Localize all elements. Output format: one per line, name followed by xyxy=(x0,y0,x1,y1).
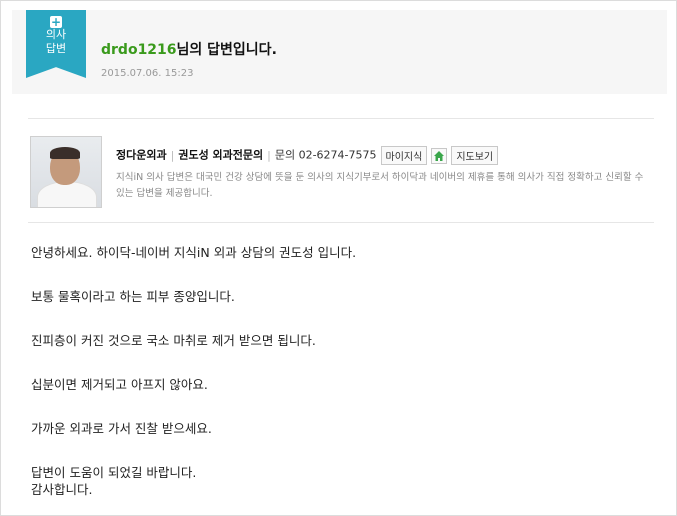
answer-date: 2015.07.06. 15:23 xyxy=(101,68,194,79)
badge-line1: 의사 xyxy=(45,28,67,41)
divider xyxy=(28,118,654,119)
separator: | xyxy=(267,148,271,162)
answer-paragraph: 십분이면 제거되고 아프지 않아요. xyxy=(31,377,208,392)
doctor-info: 정다운외과 | 권도성 외과전문의 | 문의 02-6274-7575 마이지식 지도보기 xyxy=(116,146,499,165)
separator: | xyxy=(170,148,175,162)
contact-phone: 문의 02-6274-7575 xyxy=(274,148,377,162)
answer-paragraph: 답변이 도움이 되었길 바랍니다. xyxy=(31,465,197,480)
plus-icon: + xyxy=(50,15,62,29)
divider xyxy=(28,222,654,223)
avatar-coat xyxy=(37,181,97,207)
map-button[interactable]: 지도보기 xyxy=(451,146,499,165)
answerer-id[interactable]: drdo1216 xyxy=(101,42,177,58)
service-description: 지식iN 의사 답변은 대국민 건강 상담에 뜻을 둔 의사의 지식기부로서 하… xyxy=(116,172,644,199)
answer-paragraph: 감사합니다. xyxy=(31,482,93,497)
answer-paragraph: 진피층이 커진 것으로 국소 마취로 제거 받으면 됩니다. xyxy=(31,333,316,348)
title-suffix: 님의 답변입니다. xyxy=(176,42,277,58)
answer-title: drdo1216님의 답변입니다. xyxy=(101,39,277,59)
doctor-name: 권도성 외과전문의 xyxy=(178,148,264,162)
answer-paragraph: 보통 물혹이라고 하는 피부 종양입니다. xyxy=(31,289,235,304)
doctor-avatar[interactable] xyxy=(30,136,102,208)
answer-paragraph: 안녕하세요. 하이닥-네이버 지식iN 외과 상담의 권도성 입니다. xyxy=(31,245,357,260)
my-knowledge-button[interactable]: 마이지식 xyxy=(380,146,428,165)
answer-paragraph: 가까운 외과로 가서 진찰 받으세요. xyxy=(31,421,212,436)
avatar-hair xyxy=(50,147,80,159)
answer-body: 안녕하세요. 하이닥-네이버 지식iN 외과 상담의 권도성 입니다. 보통 물… xyxy=(31,244,356,498)
badge-line2: 답변 xyxy=(45,42,67,55)
clinic-name[interactable]: 정다운외과 xyxy=(116,149,167,162)
home-button[interactable] xyxy=(431,147,448,164)
home-icon xyxy=(434,150,445,161)
